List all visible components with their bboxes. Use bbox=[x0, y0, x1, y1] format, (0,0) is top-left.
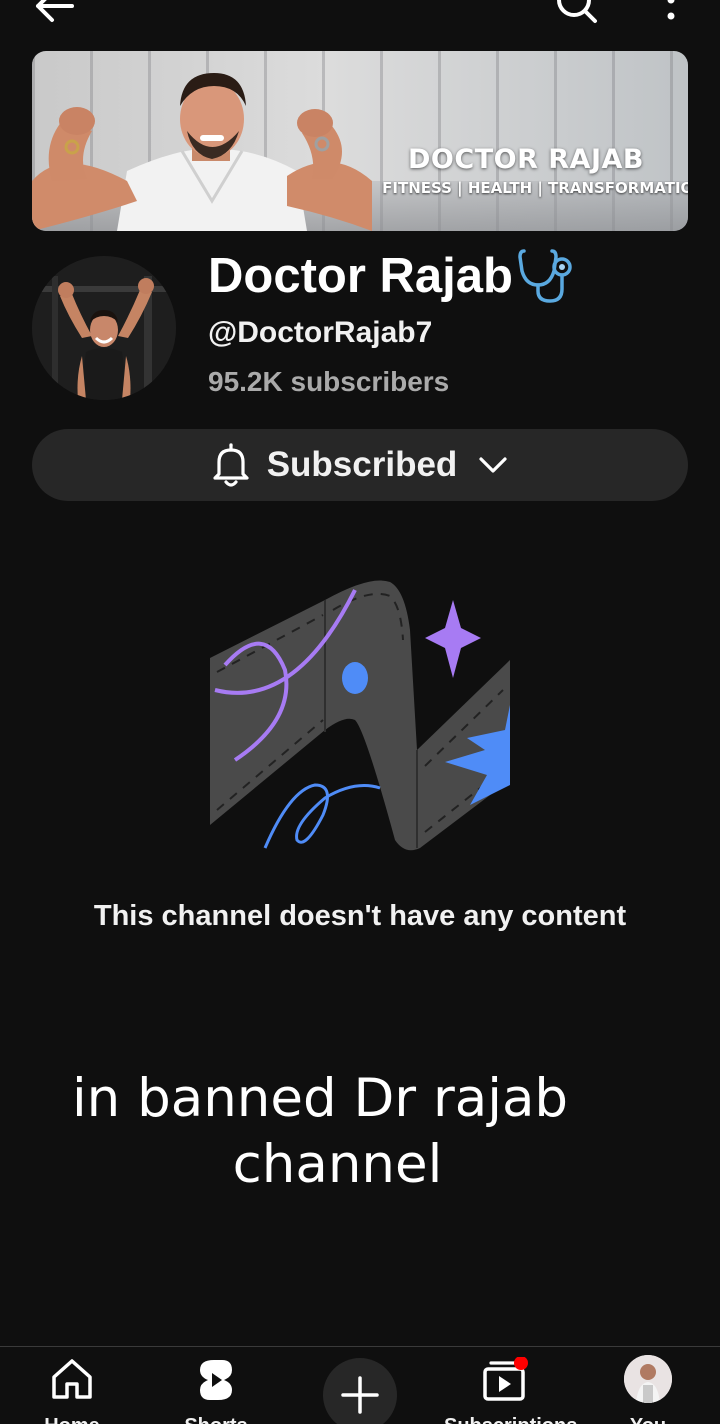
empty-channel-illustration bbox=[210, 580, 510, 851]
create-button[interactable] bbox=[323, 1358, 397, 1424]
empty-state-message: This channel doesn't have any content bbox=[93, 900, 627, 932]
bell-icon bbox=[213, 443, 249, 487]
channel-banner: DOCTOR RAJAB FITNESS | HEALTH | TRANSFOR… bbox=[32, 51, 688, 231]
nav-you-label: You bbox=[588, 1415, 708, 1424]
stethoscope-icon bbox=[518, 249, 572, 303]
nav-you[interactable]: You bbox=[588, 1355, 708, 1424]
nav-home[interactable]: Home bbox=[12, 1357, 132, 1424]
more-options-button[interactable] bbox=[656, 0, 686, 24]
you-avatar-image bbox=[624, 1355, 672, 1403]
plus-icon bbox=[341, 1376, 379, 1414]
arrow-left-icon bbox=[36, 0, 74, 22]
banner-title: DOCTOR RAJAB bbox=[408, 144, 644, 175]
caption-line-1: in banned Dr rajab bbox=[71, 1068, 569, 1129]
chevron-down-icon bbox=[479, 457, 507, 473]
channel-avatar[interactable] bbox=[32, 256, 176, 400]
nav-shorts-label: Shorts bbox=[156, 1415, 276, 1424]
nav-shorts[interactable]: Shorts bbox=[156, 1357, 276, 1424]
more-vertical-icon bbox=[667, 0, 675, 20]
avatar-image bbox=[32, 256, 176, 400]
top-bar bbox=[0, 0, 720, 40]
nav-home-label: Home bbox=[12, 1415, 132, 1424]
search-button[interactable] bbox=[552, 0, 600, 26]
shorts-icon bbox=[200, 1360, 232, 1400]
banner-person-image bbox=[32, 73, 372, 231]
subscribed-label: Subscribed bbox=[266, 445, 458, 484]
search-icon bbox=[557, 0, 597, 23]
nav-subscriptions-label: Subscriptions bbox=[444, 1415, 577, 1424]
channel-name: Doctor Rajab bbox=[208, 249, 513, 303]
overlay-caption: in banned Dr rajab channel bbox=[40, 1066, 600, 1198]
banner-tagline: FITNESS | HEALTH | TRANSFORMATION bbox=[382, 179, 688, 197]
you-avatar bbox=[624, 1355, 672, 1403]
channel-handle: @DoctorRajab7 bbox=[208, 316, 433, 349]
nav-subscriptions[interactable]: Subscriptions bbox=[444, 1357, 577, 1424]
subscriber-count: 95.2K subscribers bbox=[208, 366, 450, 397]
back-button[interactable] bbox=[30, 0, 82, 26]
subscriptions-icon bbox=[483, 1357, 528, 1401]
caption-line-2: channel bbox=[232, 1134, 443, 1195]
home-icon bbox=[52, 1359, 92, 1399]
subscribed-button[interactable]: Subscribed bbox=[32, 429, 688, 501]
